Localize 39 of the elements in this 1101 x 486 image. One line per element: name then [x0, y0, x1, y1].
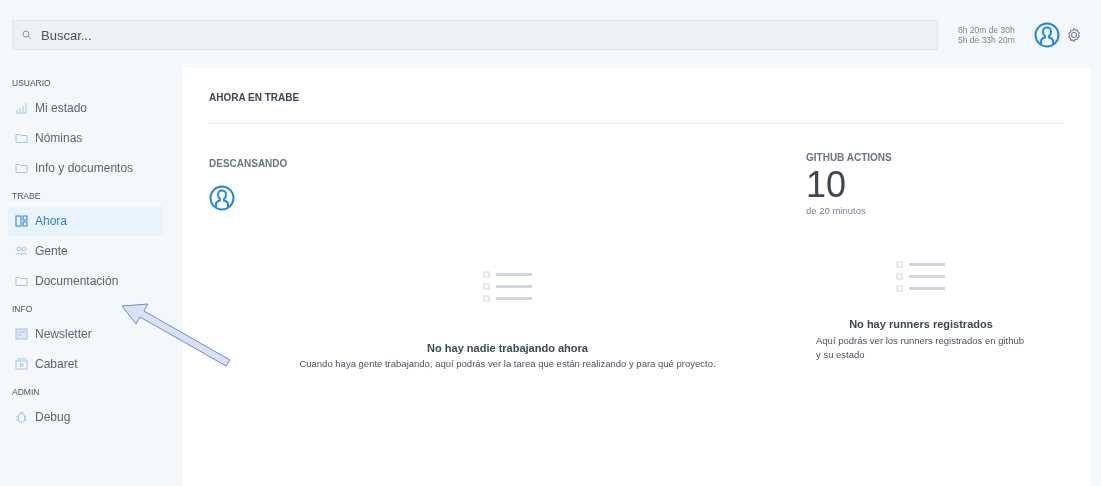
section-heading: ADMIN — [11, 387, 41, 399]
section-heading: USUARIO — [11, 78, 52, 90]
settings-icon[interactable] — [1066, 27, 1082, 43]
section-heading: DESCANSANDO — [209, 158, 289, 169]
sidebar-item[interactable]: Cabaret — [8, 349, 163, 379]
layout-icon — [15, 215, 28, 227]
folder-icon — [15, 275, 28, 287]
section-heading: TRABE — [11, 191, 42, 203]
people-icon — [15, 245, 28, 257]
avatar-icon[interactable] — [209, 185, 235, 211]
stat-caption: de 20 minutos — [806, 205, 867, 216]
sidebar-item[interactable]: Info y documentos — [8, 153, 163, 183]
video-icon — [15, 358, 28, 370]
sidebar-item[interactable]: Newsletter — [8, 319, 163, 349]
empty-title: No hay nadie trabajando ahora — [427, 342, 588, 354]
time-summary: 5h de 33h 20m — [958, 35, 1016, 45]
time-summary: 8h 20m de 30h — [958, 25, 1016, 35]
sidebar-item[interactable]: Mi estado — [8, 93, 163, 123]
avatar-icon[interactable] — [1034, 22, 1060, 48]
section-heading: INFO — [11, 304, 34, 316]
folder-icon — [15, 162, 28, 174]
sidebar-item[interactable]: Documentación — [8, 266, 163, 296]
bug-icon — [15, 411, 28, 423]
sidebar-item[interactable]: Gente — [8, 236, 163, 266]
section-heading: GITHUB ACTIONS — [806, 152, 893, 163]
panel-title: AHORA EN TRABE — [209, 68, 1064, 124]
empty-text: Aquí podrás ver los runners registrados en github y su estado — [816, 334, 1026, 362]
sidebar-item[interactable]: Nóminas — [8, 123, 163, 153]
empty-title: No hay runners registrados — [849, 318, 993, 330]
list-icon — [896, 260, 946, 294]
news-icon — [15, 328, 28, 340]
chart-icon — [15, 102, 28, 114]
folder-icon — [15, 132, 28, 144]
list-icon — [482, 270, 533, 304]
stat-value: 10 — [806, 167, 848, 203]
sidebar-item[interactable]: Debug — [8, 402, 163, 432]
search-field[interactable]: Buscar... — [12, 20, 938, 50]
sidebar-item[interactable]: Ahora — [8, 206, 163, 236]
empty-text: Cuando haya gente trabajando, aquí podrás ver la tarea que están realizando y para qué proyecto. — [299, 358, 716, 369]
